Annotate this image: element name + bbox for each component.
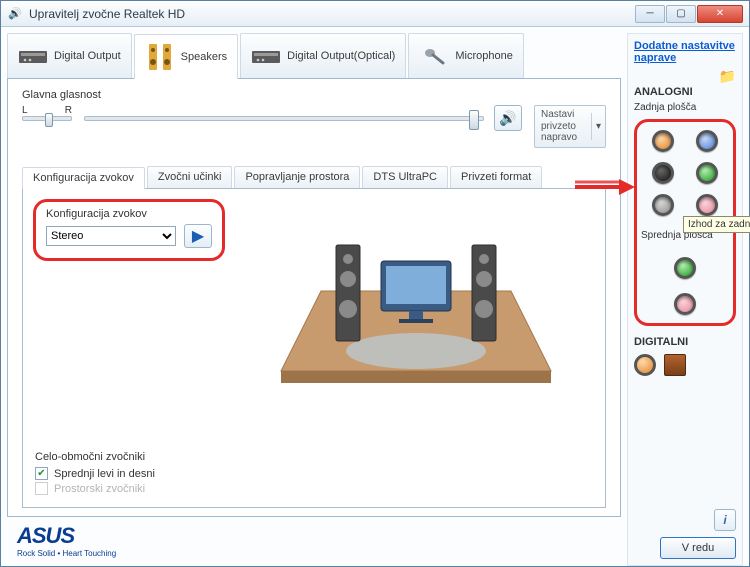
tab-label: Privzeti format [461, 171, 531, 183]
play-icon: ▶ [192, 226, 204, 246]
tab-digital-output[interactable]: Digital Output [7, 33, 132, 78]
back-panel-label: Zadnja plošča [634, 102, 736, 113]
microphone-icon [419, 43, 449, 69]
checkbox-label: Prostorski zvočniki [54, 483, 145, 495]
app-icon: 🔊 [7, 6, 23, 22]
fullrange-front-checkbox[interactable]: ✔ Sprednji levi in desni [35, 467, 155, 480]
mute-button[interactable]: 🔊 [494, 105, 522, 131]
tab-speakers[interactable]: Speakers [134, 34, 238, 79]
speakers-icon [145, 44, 175, 70]
minimize-button[interactable]: ─ [635, 5, 665, 23]
app-window: 🔊 Upravitelj zvočne Realtek HD ─ ▢ ✕ Dig… [0, 0, 750, 567]
tab-label: Digital Output(Optical) [287, 50, 395, 62]
checkbox-label: Sprednji levi in desni [54, 468, 155, 480]
asus-logo: ASUS [17, 523, 116, 549]
test-play-button[interactable]: ▶ [184, 224, 212, 248]
jack-front-headphone[interactable] [674, 257, 696, 279]
jack-center-sub[interactable] [652, 130, 674, 152]
tab-label: DTS UltraPC [373, 171, 437, 183]
ok-label: V redu [682, 542, 714, 554]
speaker-layout-illustration [233, 195, 599, 428]
fullrange-surround-checkbox: Prostorski zvočniki [35, 482, 155, 495]
tab-label: Digital Output [54, 50, 121, 62]
balance-right-label: R [65, 105, 72, 116]
tab-label: Microphone [455, 50, 512, 62]
tab-default-format[interactable]: Privzeti format [450, 166, 542, 188]
checkbox-unchecked-icon [35, 482, 48, 495]
maximize-button[interactable]: ▢ [666, 5, 696, 23]
volume-thumb[interactable] [469, 110, 479, 130]
window-buttons: ─ ▢ ✕ [635, 5, 743, 23]
tab-sound-effects[interactable]: Zvočni učinki [147, 166, 233, 188]
fullrange-title: Celo-območni zvočniki [35, 451, 155, 463]
extra-device-settings-link[interactable]: Dodatne nastavitve naprave [634, 40, 736, 64]
jack-line-in[interactable] [696, 130, 718, 152]
balance-control: LR [22, 105, 72, 121]
analog-title: ANALOGNI [634, 86, 736, 98]
jack-front-out[interactable] [696, 162, 718, 184]
folder-icon[interactable]: 📁 [719, 68, 736, 85]
asus-tagline: Rock Solid • Heart Touching [17, 549, 116, 558]
close-button[interactable]: ✕ [697, 5, 743, 23]
titlebar: 🔊 Upravitelj zvočne Realtek HD ─ ▢ ✕ [1, 1, 749, 27]
jack-digital-optical[interactable] [664, 354, 686, 376]
tab-digital-output-optical[interactable]: Digital Output(Optical) [240, 33, 406, 78]
digital-title: DIGITALNI [634, 336, 736, 348]
checkbox-checked-icon: ✔ [35, 467, 48, 480]
jack-mic-in[interactable] [696, 194, 718, 216]
main-panel: Glavna glasnost LR 🔊 Nastavi privzeto na… [7, 79, 621, 517]
fullrange-group: Celo-območni zvočniki ✔ Sprednji levi in… [35, 451, 155, 497]
volume-slider[interactable] [84, 116, 484, 121]
tab-dts-ultrapc[interactable]: DTS UltraPC [362, 166, 448, 188]
main-volume-label: Glavna glasnost [22, 89, 606, 101]
tab-room-correction[interactable]: Popravljanje prostora [234, 166, 360, 188]
jack-digital-coax[interactable] [634, 354, 656, 376]
tab-label: Zvočni učinki [158, 171, 222, 183]
window-title: Upravitelj zvočne Realtek HD [29, 7, 635, 21]
speaker-icon: 🔊 [499, 110, 516, 127]
set-default-device-button[interactable]: Nastavi privzeto napravo ▾ [534, 105, 606, 148]
jack-front-mic[interactable] [674, 293, 696, 315]
tab-label: Konfiguracija zvokov [33, 172, 134, 184]
amplifier-icon [251, 43, 281, 69]
config-panel: Konfiguracija zvokov Stereo ▶ [22, 189, 606, 509]
device-tabs: Digital Output Speakers Digital Output(O… [7, 33, 621, 79]
jack-rear-out[interactable] [652, 162, 674, 184]
tab-label: Popravljanje prostora [245, 171, 349, 183]
set-default-label: Nastavi privzeto napravo [535, 106, 591, 147]
info-button[interactable]: i [714, 509, 736, 531]
speaker-config-highlight: Konfiguracija zvokov Stereo ▶ [33, 199, 225, 261]
annotation-arrow-icon [573, 176, 635, 198]
jack-side-out[interactable] [652, 194, 674, 216]
balance-thumb[interactable] [45, 113, 53, 127]
tab-microphone[interactable]: Microphone [408, 33, 523, 78]
tab-speaker-config[interactable]: Konfiguracija zvokov [22, 167, 145, 189]
balance-slider[interactable] [22, 116, 72, 121]
balance-left-label: L [22, 105, 28, 116]
chevron-down-icon[interactable]: ▾ [591, 113, 605, 141]
amplifier-icon [18, 43, 48, 69]
jack-panel-highlight: Izhod za zadnji zvočnik (Speakers) Spred… [634, 119, 736, 326]
tab-label: Speakers [181, 51, 227, 63]
connector-panel: Dodatne nastavitve naprave 📁 ANALOGNI Za… [627, 33, 743, 566]
footer: ASUS Rock Solid • Heart Touching [7, 517, 621, 566]
config-tabs: Konfiguracija zvokov Zvočni učinki Popra… [22, 166, 606, 189]
speaker-config-select[interactable]: Stereo [46, 226, 176, 246]
ok-button[interactable]: V redu [660, 537, 736, 559]
jack-tooltip: Izhod za zadnji zvočnik (Speakers) [683, 216, 750, 233]
speaker-config-label: Konfiguracija zvokov [46, 208, 212, 220]
